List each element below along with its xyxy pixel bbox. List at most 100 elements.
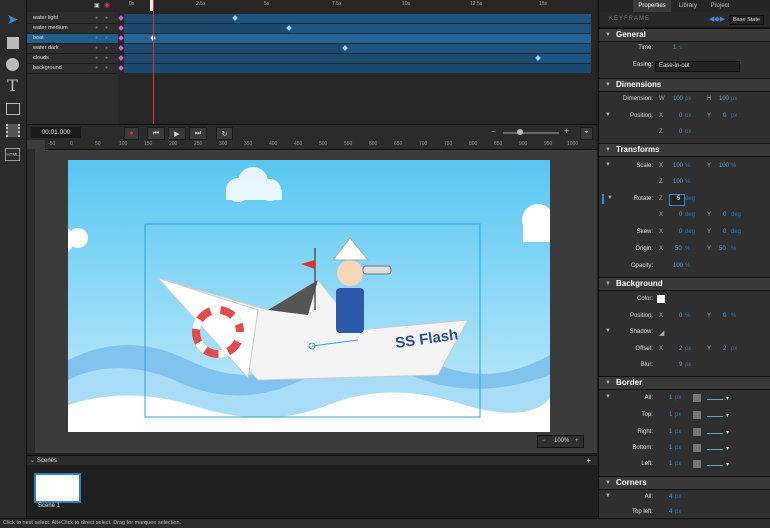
keyframe-nav-icon[interactable]: ◀◆▶ [709, 15, 725, 23]
border-color-swatch[interactable] [693, 460, 701, 468]
rectangle-tool-icon[interactable] [5, 35, 20, 50]
border-style-line[interactable] [707, 465, 723, 466]
border-color-swatch[interactable] [693, 428, 701, 436]
section-dimensions[interactable]: ▼ Dimensions [599, 78, 770, 92]
skew-x-input[interactable]: 0 [679, 229, 682, 235]
skew-y-input[interactable]: 0 [723, 229, 726, 235]
tab-properties[interactable]: Properties [633, 0, 671, 12]
fit-stage-icon[interactable]: ⌖ [580, 127, 593, 140]
record-button[interactable]: ● [124, 127, 139, 140]
ellipse-tool-icon[interactable] [5, 57, 20, 72]
chevron-down-icon[interactable]: ▾ [726, 395, 729, 402]
text-tool-icon[interactable]: T [5, 76, 20, 95]
blur-input[interactable]: 9 [679, 362, 682, 368]
border-bottom-input[interactable]: 1 [669, 445, 672, 451]
keyframe-marker[interactable] [118, 15, 124, 21]
rotate-y-input[interactable]: 0 [723, 212, 726, 218]
bg-position-x-input[interactable]: 0 [679, 313, 682, 319]
offset-y-input[interactable]: 2 [723, 346, 726, 352]
zoom-out-icon[interactable]: − [491, 127, 496, 136]
loop-button[interactable]: ↻ [216, 127, 233, 140]
width-input[interactable]: 100 [673, 96, 683, 102]
offset-x-input[interactable]: 2 [679, 346, 682, 352]
border-right-input[interactable]: 1 [669, 429, 672, 435]
track-bar[interactable] [124, 54, 536, 64]
playhead-line[interactable] [153, 0, 154, 124]
border-all-input[interactable]: 1 [669, 395, 672, 401]
base-state-dropdown[interactable]: Base State [729, 15, 764, 25]
zoom-slider[interactable] [503, 132, 559, 134]
forward-button[interactable]: ⏭ [189, 127, 207, 140]
track-bar[interactable] [124, 24, 289, 34]
track-bar[interactable] [124, 14, 234, 24]
select-arrow-icon[interactable]: ➤ [5, 11, 20, 27]
scale-x-input[interactable]: 100 [673, 163, 683, 169]
layer-row[interactable]: water dark ● ● [27, 44, 118, 54]
layer-row[interactable]: water medium ● ● [27, 24, 118, 34]
section-background[interactable]: ▼ Background [599, 277, 770, 291]
visibility-eye-icon[interactable]: ◉ [104, 1, 110, 9]
easing-dropdown[interactable]: Ease-in-out [655, 61, 740, 72]
keyframe-marker[interactable] [118, 55, 124, 61]
zoom-plus-icon[interactable]: + [575, 436, 579, 447]
border-color-swatch[interactable] [693, 444, 701, 452]
border-style-line[interactable] [707, 449, 723, 450]
chevron-down-icon[interactable]: ▾ [726, 445, 729, 452]
bg-position-y-input[interactable]: 0 [723, 313, 726, 319]
timeline-tracks[interactable] [118, 12, 597, 124]
opacity-input[interactable]: 100 [673, 263, 683, 269]
video-tool-icon[interactable] [5, 123, 20, 138]
play-button[interactable]: ▶ [168, 127, 186, 140]
zoom-minus-icon[interactable]: − [542, 436, 546, 447]
keyframe-marker[interactable] [118, 65, 124, 71]
track-bar[interactable] [124, 64, 591, 74]
track-bar[interactable] [344, 44, 591, 54]
position-x-input[interactable]: 0 [679, 113, 682, 119]
track-bar[interactable] [289, 24, 591, 34]
tab-library[interactable]: Library [673, 0, 703, 12]
rotate-z-input[interactable]: 5 [677, 196, 680, 202]
stage-canvas[interactable]: SS Flash [68, 160, 550, 432]
shadow-icon[interactable]: ◢ [659, 329, 664, 337]
section-border[interactable]: ▼ Border [599, 376, 770, 390]
track-bar[interactable] [124, 34, 591, 44]
border-style-line[interactable] [707, 399, 723, 400]
border-style-line[interactable] [707, 416, 723, 417]
zoom-in-icon[interactable]: + [564, 126, 569, 136]
section-transforms[interactable]: ▼ Transforms [599, 143, 770, 157]
scale-y-input[interactable]: 100 [719, 163, 729, 169]
border-color-swatch[interactable] [693, 394, 701, 402]
keyframe-marker[interactable] [118, 35, 124, 41]
corners-all-input[interactable]: 4 [669, 494, 672, 500]
section-general[interactable]: ▼ General [599, 28, 770, 42]
origin-x-input[interactable]: 50 [675, 246, 682, 252]
html-tool-icon[interactable]: HTML [5, 148, 20, 161]
origin-y-input[interactable]: 50 [719, 246, 726, 252]
corners-top-left-input[interactable]: 4 [669, 509, 672, 515]
track-bar[interactable] [124, 44, 344, 54]
track-bar[interactable] [536, 54, 591, 64]
chevron-down-icon[interactable]: ▾ [726, 429, 729, 436]
position-y-input[interactable]: 0 [723, 113, 726, 119]
layer-row-selected[interactable]: boat ● ● [27, 34, 118, 44]
layer-row[interactable]: clouds ● ● [27, 54, 118, 64]
border-top-input[interactable]: 1 [669, 412, 672, 418]
time-input[interactable]: 1 [673, 45, 676, 51]
section-corners[interactable]: ▼ Corners [599, 476, 770, 490]
keyframe-marker[interactable] [118, 45, 124, 51]
lock-icon[interactable]: ▣ [94, 2, 100, 9]
track-bar[interactable] [234, 14, 591, 24]
tab-project[interactable]: Project [705, 0, 735, 12]
border-style-line[interactable] [707, 433, 723, 434]
timeline-ruler[interactable]: 0s 2.5s 5s 7.5s 10s 12.5s 15s [124, 0, 597, 12]
chevron-down-icon[interactable]: ▾ [726, 412, 729, 419]
color-swatch[interactable] [657, 295, 665, 303]
height-input[interactable]: 100 [719, 96, 729, 102]
border-color-swatch[interactable] [693, 411, 701, 419]
zoom-slider-knob[interactable] [517, 129, 523, 135]
scale-z-input[interactable]: 100 [673, 179, 683, 185]
stage-zoom-control[interactable]: − 100% + [537, 435, 584, 448]
border-left-input[interactable]: 1 [669, 461, 672, 467]
keyframe-marker[interactable] [118, 25, 124, 31]
timecode-display[interactable]: 00:01.000 [31, 127, 81, 138]
